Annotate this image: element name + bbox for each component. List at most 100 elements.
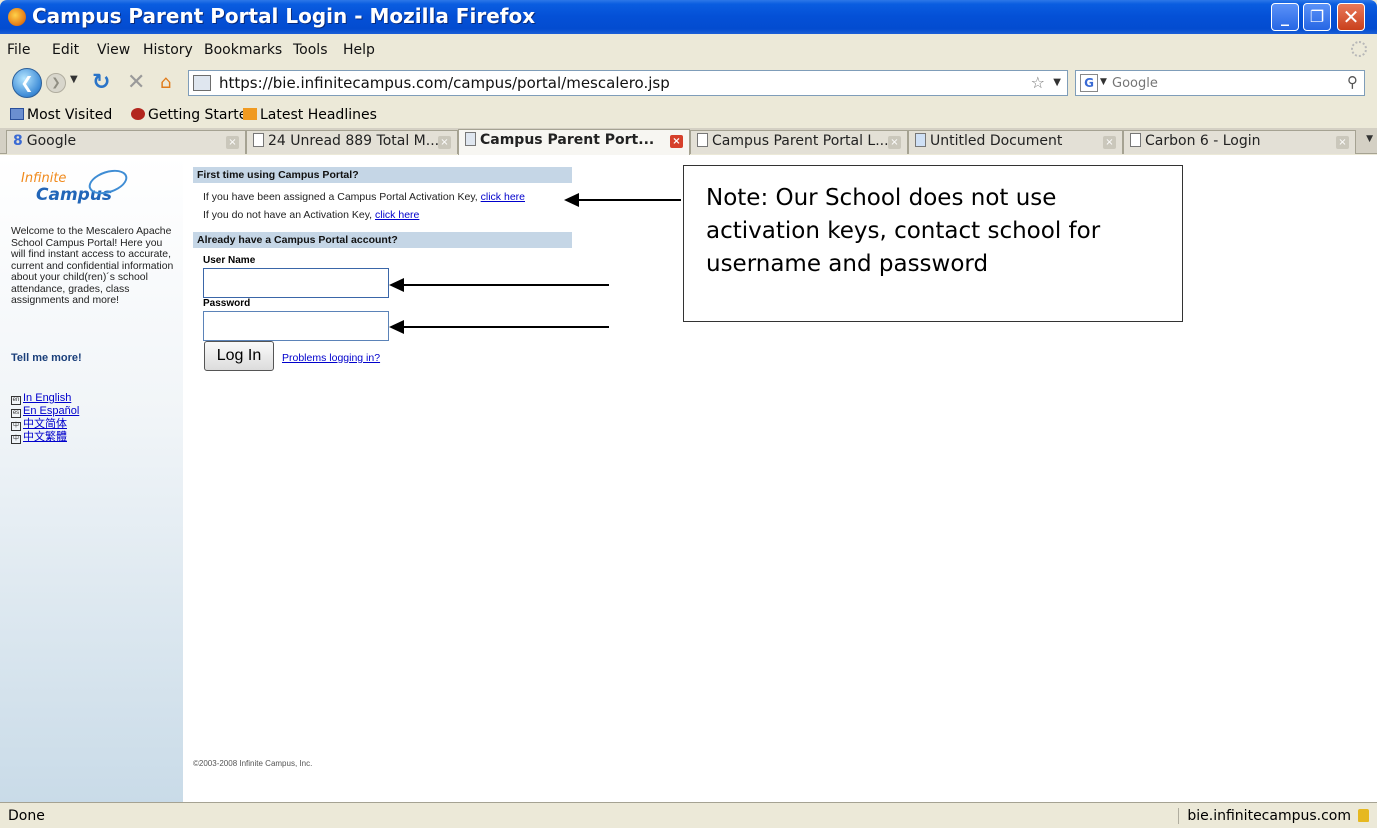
stop-button[interactable]: ✕ xyxy=(127,70,145,95)
rss-feed-icon xyxy=(243,108,257,120)
close-tab-icon[interactable]: × xyxy=(670,135,683,148)
sidebar: Infinite Campus Welcome to the Mescalero… xyxy=(0,155,183,802)
menu-bookmarks[interactable]: Bookmarks xyxy=(204,42,282,58)
close-tab-icon[interactable]: × xyxy=(888,136,901,149)
close-tab-icon[interactable]: × xyxy=(226,136,239,149)
username-input[interactable] xyxy=(203,268,389,298)
language-label: In English xyxy=(23,392,72,404)
search-input[interactable] xyxy=(1110,73,1330,93)
activation-key-line: If you have been assigned a Campus Porta… xyxy=(203,191,525,203)
language-label: 中文繁體 xyxy=(23,431,67,443)
no-activation-key-line: If you do not have an Activation Key, cl… xyxy=(203,209,419,221)
bookmark-latest-headlines[interactable]: Latest Headlines xyxy=(243,107,377,123)
password-label: Password xyxy=(203,298,251,309)
throbber-icon xyxy=(1351,41,1367,57)
close-window-button[interactable]: ✕ xyxy=(1337,3,1365,31)
language-spanish-link[interactable]: es En Español xyxy=(11,405,79,418)
language-label: En Español xyxy=(23,405,80,417)
tab-label: Campus Parent Port... xyxy=(480,132,655,148)
minimize-button[interactable]: _ xyxy=(1271,3,1299,31)
menu-bar: File Edit View History Bookmarks Tools H… xyxy=(0,34,1377,64)
annotation-arrow-activation xyxy=(564,193,681,207)
password-input[interactable] xyxy=(203,311,389,341)
tab-label: Google xyxy=(26,133,77,149)
address-dropdown-icon[interactable]: ▼ xyxy=(1053,77,1061,88)
menu-tools[interactable]: Tools xyxy=(293,42,328,58)
page-icon xyxy=(915,133,926,147)
tab-label: Campus Parent Portal L... xyxy=(712,133,889,149)
first-time-header: First time using Campus Portal? xyxy=(193,167,572,183)
annotation-note: Note: Our School does not use activation… xyxy=(683,165,1183,322)
problems-logging-in-link[interactable]: Problems logging in? xyxy=(282,352,380,364)
bookmark-star-icon[interactable]: ☆ xyxy=(1031,73,1045,92)
status-text: Done xyxy=(8,808,45,824)
menu-help[interactable]: Help xyxy=(343,42,375,58)
tab-unread-mail[interactable]: 24 Unread 889 Total M... × xyxy=(246,130,458,154)
activation-key-text: If you have been assigned a Campus Porta… xyxy=(203,191,478,203)
page-content: Infinite Campus Welcome to the Mescalero… xyxy=(0,155,1377,802)
forward-button[interactable]: ❯ xyxy=(46,73,66,93)
page-icon xyxy=(253,133,264,147)
bookmark-getting-started[interactable]: Getting Started xyxy=(131,107,256,123)
bookmark-most-visited[interactable]: Most Visited xyxy=(10,107,112,123)
menu-view[interactable]: View xyxy=(97,42,130,58)
account-header: Already have a Campus Portal account? xyxy=(193,232,572,248)
most-visited-icon xyxy=(10,108,24,120)
close-tab-icon[interactable]: × xyxy=(438,136,451,149)
infinite-campus-logo: Infinite Campus xyxy=(18,165,138,211)
google-icon: 8 xyxy=(13,133,23,149)
address-url[interactable]: https://bie.infinitecampus.com/campus/po… xyxy=(219,74,670,92)
search-engine-dropdown-icon[interactable]: ▼ xyxy=(1100,77,1107,87)
language-chinese-simplified-link[interactable]: 中中文简体 xyxy=(11,418,79,431)
status-host: bie.infinitecampus.com xyxy=(1178,808,1351,824)
annotation-arrow-password xyxy=(389,320,609,334)
menu-file[interactable]: File xyxy=(7,42,30,58)
tab-label: Carbon 6 - Login xyxy=(1145,133,1261,149)
tab-carbon-login[interactable]: Carbon 6 - Login × xyxy=(1123,130,1356,154)
home-button[interactable]: ⌂ xyxy=(160,72,171,93)
menu-history[interactable]: History xyxy=(143,42,193,58)
annotation-arrow-username xyxy=(389,278,609,292)
tab-campus-parent-portal[interactable]: Campus Parent Portal L... × xyxy=(690,130,908,154)
getting-started-icon xyxy=(131,108,145,120)
reload-button[interactable]: ↻ xyxy=(92,70,110,95)
log-in-button[interactable]: Log In xyxy=(204,341,274,371)
tell-me-more-link[interactable]: Tell me more! xyxy=(11,352,82,364)
site-favicon-icon xyxy=(465,132,476,146)
window-title: Campus Parent Portal Login - Mozilla Fir… xyxy=(32,4,536,28)
copyright-text: ©2003-2008 Infinite Campus, Inc. xyxy=(193,759,313,768)
ssl-lock-icon[interactable] xyxy=(1358,809,1369,822)
history-dropdown-icon[interactable]: ▼ xyxy=(70,74,78,85)
back-button[interactable]: ❮ xyxy=(12,68,42,98)
menu-edit[interactable]: Edit xyxy=(52,42,79,58)
bookmark-most-visited-label: Most Visited xyxy=(27,107,113,123)
firefox-icon xyxy=(8,8,26,26)
language-flag-icon: 中 xyxy=(11,422,21,431)
username-label: User Name xyxy=(203,255,256,266)
tab-bar: 8 Google × 24 Unread 889 Total M... × Cam… xyxy=(0,128,1377,155)
bookmark-latest-headlines-label: Latest Headlines xyxy=(260,107,377,123)
language-flag-icon: en xyxy=(11,396,21,405)
tab-list-dropdown-icon[interactable]: ▼ xyxy=(1366,134,1373,144)
language-flag-icon: es xyxy=(11,409,21,418)
window-title-bar: Campus Parent Portal Login - Mozilla Fir… xyxy=(0,0,1377,34)
tab-google[interactable]: 8 Google × xyxy=(6,130,246,154)
tab-untitled-document[interactable]: Untitled Document × xyxy=(908,130,1123,154)
activation-key-click-here-link[interactable]: click here xyxy=(481,191,525,203)
google-engine-icon[interactable]: G xyxy=(1080,74,1098,92)
close-tab-icon[interactable]: × xyxy=(1336,136,1349,149)
no-key-click-here-link[interactable]: click here xyxy=(375,209,419,221)
page-icon xyxy=(1130,133,1141,147)
close-tab-icon[interactable]: × xyxy=(1103,136,1116,149)
language-english-link[interactable]: en In English xyxy=(11,392,79,405)
address-bar[interactable]: https://bie.infinitecampus.com/campus/po… xyxy=(188,70,1068,96)
no-activation-key-text: If you do not have an Activation Key, xyxy=(203,209,373,221)
maximize-button[interactable]: ❐ xyxy=(1303,3,1331,31)
language-chinese-traditional-link[interactable]: 中中文繁體 xyxy=(11,431,79,444)
language-flag-icon: 中 xyxy=(11,435,21,444)
search-magnifier-icon[interactable]: ⚲ xyxy=(1347,73,1358,91)
bookmarks-toolbar: Most Visited Getting Started Latest Head… xyxy=(0,102,1377,128)
search-bar[interactable]: G ▼ ⚲ xyxy=(1075,70,1365,96)
tab-label: Untitled Document xyxy=(930,133,1063,149)
tab-campus-parent-portal-active[interactable]: Campus Parent Port... × xyxy=(458,129,690,155)
